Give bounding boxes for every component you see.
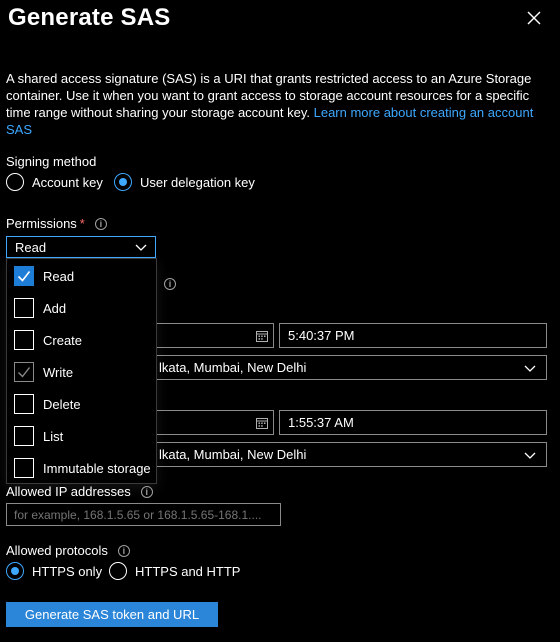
description: A shared access signature (SAS) is a URI… bbox=[6, 70, 551, 138]
protocol-https-and-http-option[interactable]: HTTPS and HTTP bbox=[109, 562, 240, 580]
expiry-timezone-select[interactable]: lkata, Mumbai, New Delhi bbox=[150, 442, 547, 467]
permission-option-read[interactable]: Read bbox=[14, 265, 74, 287]
allowed-protocols-label: Allowed protocols bbox=[6, 543, 108, 558]
info-icon[interactable]: i bbox=[164, 278, 176, 290]
chevron-down-icon bbox=[524, 365, 536, 372]
permissions-select-value: Read bbox=[15, 239, 47, 255]
permission-label: Read bbox=[43, 268, 75, 284]
start-date-field[interactable] bbox=[150, 323, 274, 348]
close-icon[interactable] bbox=[525, 9, 543, 27]
chevron-up-icon bbox=[135, 244, 147, 251]
allowed-ip-label-row: Allowed IP addresses i bbox=[6, 484, 153, 499]
radio-account-key-label: Account key bbox=[32, 174, 103, 190]
permission-label: Immutable storage bbox=[43, 460, 151, 476]
page-title: Generate SAS bbox=[8, 4, 171, 31]
generate-sas-button[interactable]: Generate SAS token and URL bbox=[6, 602, 218, 627]
check-icon bbox=[18, 367, 31, 378]
permission-label: Create bbox=[43, 332, 83, 348]
signing-method-label: Signing method bbox=[6, 154, 97, 169]
checkbox-delete[interactable] bbox=[14, 394, 34, 414]
radio-https-only-label: HTTPS only bbox=[32, 563, 103, 579]
calendar-icon[interactable] bbox=[255, 416, 269, 430]
required-mark: * bbox=[79, 216, 85, 231]
expiry-time-value: 1:55:37 AM bbox=[288, 415, 354, 430]
permission-option-immutable-storage[interactable]: Immutable storage bbox=[14, 457, 151, 479]
info-icon[interactable]: i bbox=[117, 544, 130, 557]
radio-user-delegation[interactable] bbox=[114, 173, 132, 191]
checkbox-create[interactable] bbox=[14, 330, 34, 350]
permission-label: Add bbox=[43, 300, 67, 316]
permission-label: List bbox=[43, 428, 64, 444]
allowed-ip-input[interactable] bbox=[6, 503, 281, 526]
expiry-time-field[interactable]: 1:55:37 AM bbox=[279, 410, 547, 435]
radio-https-and-http[interactable] bbox=[109, 562, 127, 580]
radio-https-only[interactable] bbox=[6, 562, 24, 580]
info-icon[interactable]: i bbox=[140, 485, 153, 498]
radio-https-and-http-label: HTTPS and HTTP bbox=[135, 563, 241, 579]
info-icon[interactable]: i bbox=[94, 217, 107, 230]
check-icon bbox=[17, 271, 31, 282]
signing-account-key-option[interactable]: Account key bbox=[6, 173, 103, 191]
permission-label: Delete bbox=[43, 396, 81, 412]
checkbox-list[interactable] bbox=[14, 426, 34, 446]
signing-user-delegation-option[interactable]: User delegation key bbox=[114, 173, 255, 191]
checkbox-read[interactable] bbox=[14, 266, 34, 286]
checkbox-immutable-storage[interactable] bbox=[14, 458, 34, 478]
start-timezone-select[interactable]: lkata, Mumbai, New Delhi bbox=[150, 355, 547, 380]
start-timezone-value: lkata, Mumbai, New Delhi bbox=[159, 360, 307, 375]
checkbox-write[interactable] bbox=[14, 362, 34, 382]
permission-option-write[interactable]: Write bbox=[14, 361, 73, 383]
protocol-https-only-option[interactable]: HTTPS only bbox=[6, 562, 102, 580]
permissions-label: Permissions bbox=[6, 216, 77, 231]
permission-option-delete[interactable]: Delete bbox=[14, 393, 81, 415]
calendar-icon[interactable] bbox=[255, 329, 269, 343]
permission-option-list[interactable]: List bbox=[14, 425, 63, 447]
start-time-value: 5:40:37 PM bbox=[288, 328, 355, 343]
expiry-date-field[interactable] bbox=[150, 410, 274, 435]
chevron-down-icon bbox=[524, 452, 536, 459]
permissions-select[interactable]: Read bbox=[6, 236, 156, 258]
permissions-dropdown: Read Add Create Write Delete List Immuta… bbox=[6, 258, 157, 484]
start-time-field[interactable]: 5:40:37 PM bbox=[279, 323, 547, 348]
radio-account-key[interactable] bbox=[6, 173, 24, 191]
permissions-label-row: Permissions * i bbox=[6, 216, 107, 231]
expiry-timezone-value: lkata, Mumbai, New Delhi bbox=[159, 447, 307, 462]
checkbox-add[interactable] bbox=[14, 298, 34, 318]
allowed-ip-label: Allowed IP addresses bbox=[6, 484, 131, 499]
radio-user-delegation-label: User delegation key bbox=[140, 174, 255, 190]
permission-option-add[interactable]: Add bbox=[14, 297, 66, 319]
permission-option-create[interactable]: Create bbox=[14, 329, 82, 351]
allowed-protocols-label-row: Allowed protocols i bbox=[6, 543, 130, 558]
permission-label: Write bbox=[43, 364, 74, 380]
